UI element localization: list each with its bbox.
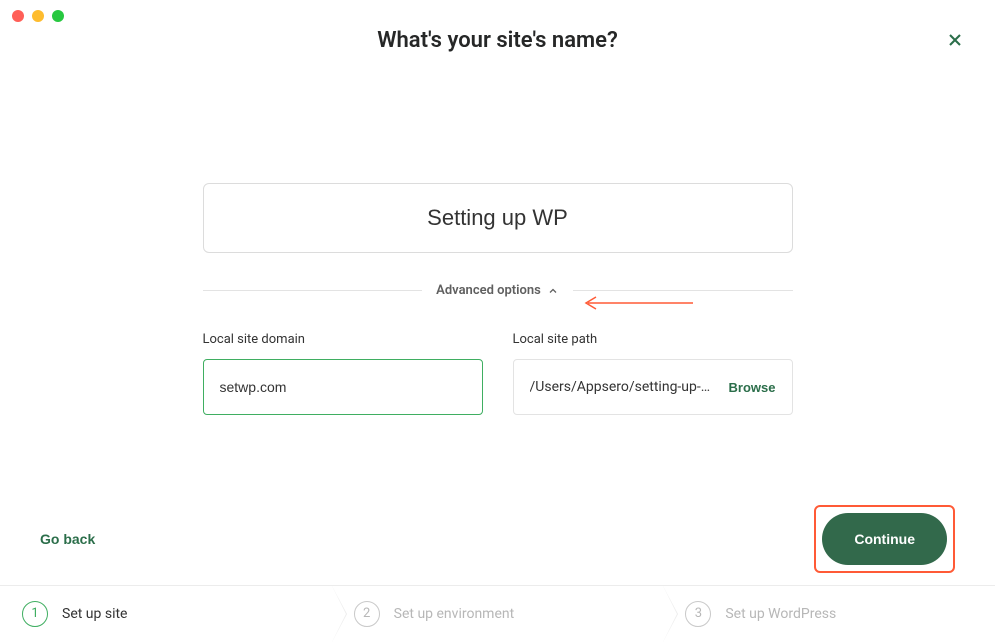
- close-button[interactable]: [945, 30, 965, 54]
- path-value: /Users/Appsero/setting-up-…: [530, 379, 719, 395]
- path-label: Local site path: [513, 332, 793, 347]
- domain-field: Local site domain: [203, 332, 483, 415]
- path-box: /Users/Appsero/setting-up-… Browse: [513, 359, 793, 415]
- continue-highlight: Continue: [814, 505, 955, 573]
- site-name-input[interactable]: [203, 183, 793, 253]
- browse-button[interactable]: Browse: [729, 380, 776, 395]
- advanced-options-row: Advanced options: [203, 283, 793, 298]
- step-setup-environment[interactable]: 2 Set up environment: [332, 586, 664, 641]
- footer-actions: Go back Continue: [0, 505, 995, 573]
- path-field: Local site path /Users/Appsero/setting-u…: [513, 332, 793, 415]
- go-back-button[interactable]: Go back: [40, 531, 95, 547]
- step-number: 1: [22, 601, 48, 627]
- window-controls: [12, 10, 64, 22]
- step-label: Set up site: [62, 606, 127, 622]
- advanced-fields: Local site domain Local site path /Users…: [203, 332, 793, 415]
- step-label: Set up environment: [394, 606, 515, 622]
- window-minimize-dot[interactable]: [32, 10, 44, 22]
- step-setup-wordpress[interactable]: 3 Set up WordPress: [663, 586, 995, 641]
- close-icon: [945, 30, 965, 50]
- divider-right: [573, 290, 793, 291]
- step-number: 2: [354, 601, 380, 627]
- step-number: 3: [685, 601, 711, 627]
- divider-left: [203, 290, 423, 291]
- page-title: What's your site's name?: [0, 28, 995, 53]
- step-setup-site[interactable]: 1 Set up site: [0, 586, 332, 641]
- domain-label: Local site domain: [203, 332, 483, 347]
- domain-input[interactable]: [203, 359, 483, 415]
- advanced-options-toggle[interactable]: Advanced options: [422, 283, 573, 298]
- stepper: 1 Set up site 2 Set up environment 3 Set…: [0, 585, 995, 641]
- step-label: Set up WordPress: [725, 606, 836, 622]
- advanced-options-label: Advanced options: [436, 283, 541, 298]
- continue-button[interactable]: Continue: [822, 513, 947, 565]
- window-maximize-dot[interactable]: [52, 10, 64, 22]
- window-close-dot[interactable]: [12, 10, 24, 22]
- chevron-up-icon: [547, 285, 559, 297]
- header: What's your site's name?: [0, 0, 995, 53]
- main-content: Advanced options Local site domain Local…: [203, 53, 793, 415]
